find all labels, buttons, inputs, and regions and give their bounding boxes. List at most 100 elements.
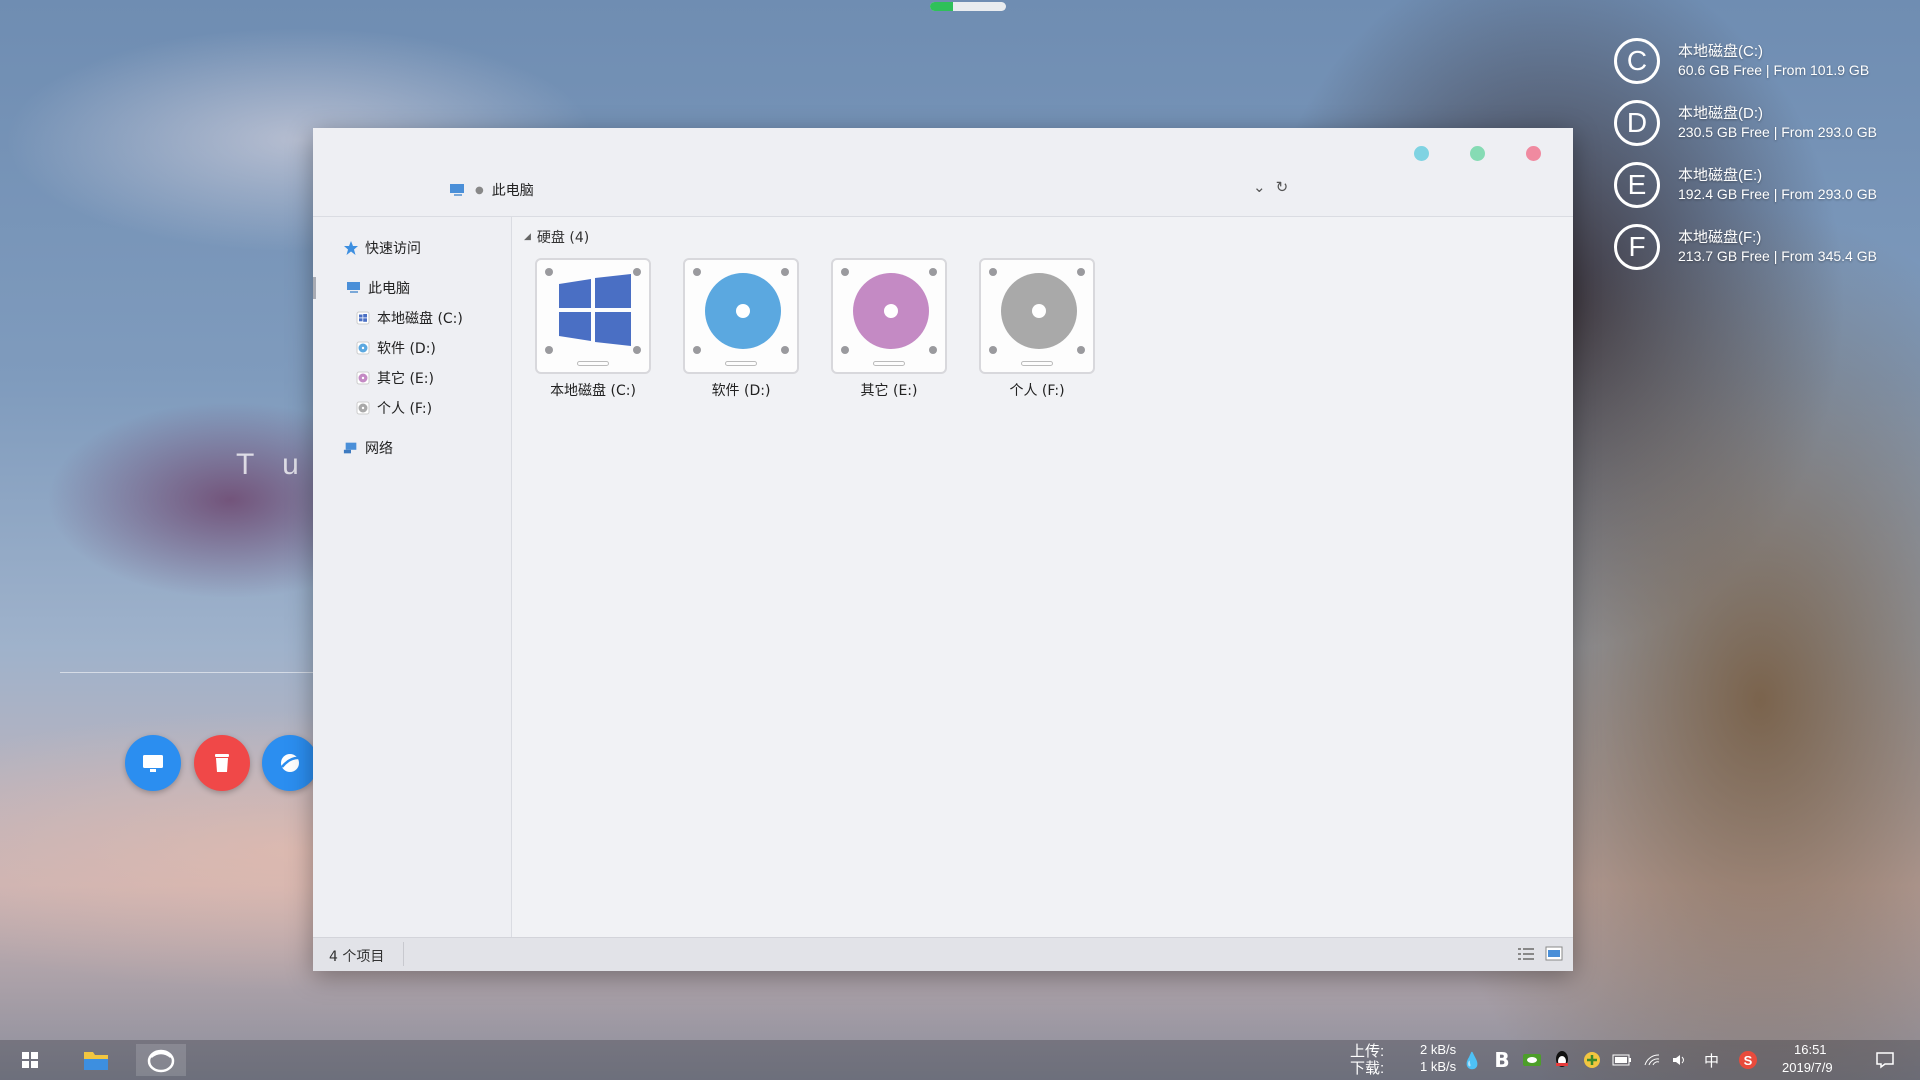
disc-drive-icon (355, 340, 371, 356)
desktop-monitor-button[interactable] (125, 735, 181, 791)
taskbar-app-pinned[interactable] (136, 1044, 186, 1076)
drive-letter-e: E (1614, 162, 1660, 208)
nvidia-icon (1523, 1054, 1541, 1066)
sogou-icon: S (1739, 1051, 1757, 1069)
taskbar: 上传: 下载: 2 kB/s 1 kB/s 💧 B 中 S 16:51 2019… (0, 1040, 1920, 1080)
widget-drive-name: 本地磁盘(F:) (1678, 229, 1762, 246)
top-progress-fill (930, 2, 953, 11)
top-progress-indicator (930, 2, 1006, 11)
folder-icon (84, 1052, 108, 1070)
collapse-triangle-icon[interactable]: ◢ (524, 232, 531, 242)
group-header-label: 硬盘 (4) (536, 230, 590, 246)
drive-letter-f: F (1614, 224, 1660, 270)
monitor-icon (143, 755, 163, 772)
drive-label: 软件 (D:) (711, 383, 771, 399)
widget-drive-e: E 本地磁盘(E:) 192.4 GB Free | From 293.0 GB (1610, 160, 1910, 222)
minimize-button[interactable] (1414, 146, 1429, 161)
upload-speed: 2 kB/s (1420, 1042, 1457, 1057)
history-dropdown-icon[interactable]: ⌄ (1253, 178, 1266, 196)
plus-app-icon (1584, 1052, 1600, 1068)
tray-droplet[interactable]: 💧 (1462, 1044, 1482, 1076)
maximize-button[interactable] (1470, 146, 1485, 161)
tray-nvidia[interactable] (1520, 1044, 1544, 1076)
tray-qq[interactable] (1550, 1044, 1574, 1076)
windows-drive-icon (355, 310, 371, 326)
tray-battery[interactable] (1610, 1044, 1634, 1076)
nav-drive-f[interactable]: 个人 (F:) (355, 398, 432, 418)
desktop-divider (60, 672, 315, 673)
item-count: 4 个项目 (329, 949, 385, 965)
nav-this-pc[interactable]: 此电脑 (346, 278, 410, 298)
taskbar-file-explorer[interactable] (76, 1044, 116, 1076)
action-center-button[interactable] (1870, 1044, 1900, 1076)
computer-icon (346, 280, 362, 296)
clock-date[interactable]: 2019/7/9 (1782, 1060, 1833, 1075)
disc-drive-icon (831, 258, 947, 374)
widget-drive-info: 192.4 GB Free | From 293.0 GB (1678, 186, 1877, 202)
drive-tile-e[interactable]: 其它 (E:) (829, 258, 949, 400)
network-icon (343, 440, 359, 456)
large-icons-view-icon[interactable] (1545, 946, 1563, 961)
tray-wifi[interactable] (1640, 1044, 1664, 1076)
group-header[interactable]: ◢ 硬盘 (4) (524, 227, 589, 247)
widget-drive-d: D 本地磁盘(D:) 230.5 GB Free | From 293.0 GB (1610, 98, 1910, 160)
disc-drive-icon (355, 370, 371, 386)
drive-tile-d[interactable]: 软件 (D:) (681, 258, 801, 400)
battery-icon (1612, 1054, 1631, 1066)
widget-drive-name: 本地磁盘(D:) (1678, 105, 1763, 122)
clock-time[interactable]: 16:51 (1794, 1042, 1827, 1057)
nav-label: 网络 (365, 441, 393, 457)
nav-drive-e[interactable]: 其它 (E:) (355, 368, 434, 388)
drive-label: 其它 (E:) (860, 383, 918, 399)
status-divider (403, 942, 404, 966)
start-button[interactable] (14, 1044, 46, 1076)
input-method-indicator[interactable]: 中 (1704, 1050, 1719, 1071)
nav-network[interactable]: 网络 (343, 438, 393, 458)
computer-icon (450, 184, 464, 196)
tray-volume[interactable] (1668, 1044, 1692, 1076)
svg-text:S: S (1744, 1053, 1753, 1068)
drive-tile-c[interactable]: 本地磁盘 (C:) (533, 258, 653, 400)
disc-drive-icon (683, 258, 799, 374)
disc-drive-icon (355, 400, 371, 416)
desktop-browser-button[interactable] (262, 735, 318, 791)
drive-label: 本地磁盘 (C:) (550, 383, 636, 399)
drive-tile-f[interactable]: 个人 (F:) (977, 258, 1097, 400)
nav-label: 快速访问 (365, 241, 421, 257)
wifi-icon (1644, 1054, 1660, 1066)
notification-icon (1876, 1052, 1894, 1069)
navigation-pane: 快速访问 此电脑 本地磁盘 (C:) 软件 (D:) 其它 (E:) 个人 (F… (313, 217, 512, 937)
tray-sogou[interactable]: S (1736, 1044, 1760, 1076)
tray-b-app[interactable]: B (1490, 1044, 1514, 1076)
disc-drive-icon (979, 258, 1095, 374)
star-icon (343, 240, 359, 256)
nav-label: 其它 (E:) (377, 371, 434, 387)
selection-indicator (313, 277, 316, 299)
app-logo-icon (147, 1049, 175, 1073)
nav-label: 本地磁盘 (C:) (377, 311, 463, 327)
widget-drive-f: F 本地磁盘(F:) 213.7 GB Free | From 345.4 GB (1610, 222, 1910, 284)
address-bar[interactable]: ● 此电脑 (449, 180, 534, 200)
title-bar: ● 此电脑 ⌄ ↻ (313, 128, 1573, 217)
nav-drive-d[interactable]: 软件 (D:) (355, 338, 436, 358)
widget-drive-name: 本地磁盘(C:) (1678, 43, 1763, 60)
windows-logo-icon (22, 1052, 38, 1068)
trash-icon (215, 754, 229, 772)
download-speed: 1 kB/s (1420, 1059, 1457, 1074)
details-view-icon[interactable] (1517, 946, 1535, 961)
nav-drive-c[interactable]: 本地磁盘 (C:) (355, 308, 463, 328)
nav-quick-access[interactable]: 快速访问 (343, 238, 421, 258)
widget-drive-c: C 本地磁盘(C:) 60.6 GB Free | From 101.9 GB (1610, 36, 1910, 98)
browser-icon (281, 754, 301, 772)
refresh-icon[interactable]: ↻ (1276, 178, 1289, 196)
breadcrumb-separator-icon: ● (475, 184, 484, 196)
desktop-trash-button[interactable] (194, 735, 250, 791)
breadcrumb-location[interactable]: 此电脑 (492, 180, 534, 200)
tray-plus-app[interactable] (1580, 1044, 1604, 1076)
close-button[interactable] (1526, 146, 1541, 161)
drive-label: 个人 (F:) (1009, 383, 1065, 399)
volume-icon (1673, 1055, 1684, 1065)
droplet-icon: 💧 (1462, 1050, 1482, 1070)
drive-space-widget: C 本地磁盘(C:) 60.6 GB Free | From 101.9 GB … (1610, 36, 1910, 284)
address-tools: ⌄ ↻ (1253, 178, 1288, 196)
